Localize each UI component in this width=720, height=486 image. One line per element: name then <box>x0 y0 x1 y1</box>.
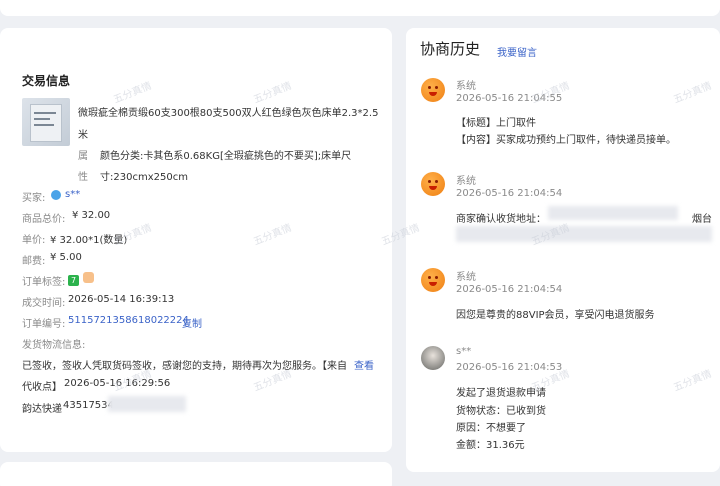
order-tags-label: 订单标签: <box>22 277 66 288</box>
history-entry-text-tail: 烟台 <box>692 214 712 225</box>
logistics-label: 发货物流信息: <box>22 340 86 351</box>
goods-total-value: ¥ 32.00 <box>72 210 111 221</box>
system-avatar-icon <box>421 78 445 102</box>
history-entry-text: 金额：31.36元 <box>456 440 525 451</box>
history-entry-time: 2026-05-16 21:04:53 <box>456 362 563 373</box>
history-entry-text: 因您是尊贵的88VIP会员，享受闪电退货服务 <box>456 310 655 321</box>
deal-time-value: 2026-05-14 16:39:13 <box>68 294 175 305</box>
copy-order-number-button[interactable]: 复制 <box>182 315 202 330</box>
order-tags: 7 <box>68 272 94 286</box>
product-title-line2[interactable]: 米 <box>78 126 88 141</box>
history-entry-text: 【内容】买家成功预约上门取件，待快递员接单。 <box>456 135 676 146</box>
product-attr-value-2: 寸:230cmx250cm <box>100 172 188 183</box>
address-redaction <box>456 226 712 242</box>
history-title: 协商历史 <box>420 40 481 58</box>
history-entry-text: 原因：不想要了 <box>456 423 526 434</box>
shipping-value: ¥ 5.00 <box>50 252 82 263</box>
system-avatar-icon <box>421 172 445 196</box>
history-entry-time: 2026-05-16 21:04:54 <box>456 284 563 295</box>
buyer-avatar-icon <box>51 190 61 200</box>
history-entry-sender: 系统 <box>456 272 476 283</box>
bottom-card-strip <box>0 462 392 486</box>
leave-message-link[interactable]: 我要留言 <box>497 44 537 59</box>
product-attr-label-1: 属 <box>78 151 88 162</box>
tag-gift-icon <box>83 272 94 283</box>
system-avatar-icon <box>421 268 445 292</box>
history-entry-sender: 系统 <box>456 81 476 92</box>
logistics-status-line1: 已签收，签收人凭取货码签收，感谢您的支持，期待再次为您服务。【来自 <box>22 361 347 372</box>
history-entry-text: 商家确认收货地址： <box>456 214 546 225</box>
history-entry-sender: 系统 <box>456 176 476 187</box>
courier-name: 韵达快递 <box>22 404 62 415</box>
view-logistics-link[interactable]: 查看 <box>354 357 374 372</box>
history-entry-text: 货物状态：已收到货 <box>456 406 546 417</box>
unit-price-label: 单价: <box>22 235 46 246</box>
history-entry-time: 2026-05-16 21:04:54 <box>456 188 563 199</box>
tracking-redaction <box>108 396 186 412</box>
logistics-status-line2-prefix: 代收点】 <box>22 382 62 393</box>
tracking-number: 43517534 <box>63 400 114 411</box>
buyer-name[interactable]: s** <box>65 189 80 200</box>
top-strip <box>0 0 720 16</box>
product-attr-value-1: 颜色分类:卡其色系0.68KG[全瑕疵挑色的不要买];床单尺 <box>100 151 352 162</box>
goods-total-label: 商品总价: <box>22 214 66 225</box>
order-number-label: 订单编号: <box>22 319 66 330</box>
shipping-label: 邮费: <box>22 256 46 267</box>
product-attr-label-2: 性 <box>78 172 88 183</box>
product-thumbnail[interactable] <box>22 98 70 146</box>
deal-time-label: 成交时间: <box>22 298 66 309</box>
buyer-avatar <box>421 346 445 370</box>
history-entry-sender: s** <box>456 346 472 357</box>
order-number-value: 5115721358618022224 <box>68 315 189 326</box>
tag-seven-day-icon: 7 <box>68 275 79 286</box>
order-section-title: 交易信息 <box>22 74 71 88</box>
product-title-line1[interactable]: 微瑕疵全棉贡缎60支300根80支500双人红色绿色灰色床单2.3*2.5 <box>78 104 378 119</box>
buyer-label: 买家: <box>22 193 46 204</box>
address-redaction <box>548 206 678 220</box>
history-entry-text: 【标题】上门取件 <box>456 118 536 129</box>
